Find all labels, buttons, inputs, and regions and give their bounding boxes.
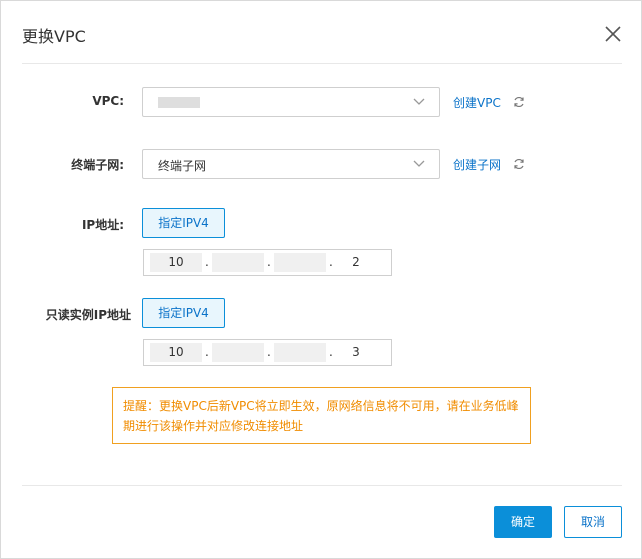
ip-octet-4[interactable]: 2: [336, 250, 376, 275]
create-subnet-link[interactable]: 创建子网: [453, 156, 501, 173]
confirm-button[interactable]: 确定: [494, 506, 552, 538]
terminal-subnet-label: 终端子网:: [71, 158, 124, 172]
ip-octet-3[interactable]: [274, 250, 326, 275]
chevron-down-icon: [413, 160, 425, 167]
ip-address-label: IP地址:: [81, 218, 124, 232]
ip-octet-2[interactable]: [212, 340, 264, 365]
warning-notice: 提醒：更换VPC后新VPC将立即生效，原网络信息将不可用，请在业务低峰期进行该操…: [112, 387, 531, 444]
terminal-subnet-select[interactable]: 终端子网: [142, 149, 440, 179]
dialog-title: 更换VPC: [22, 27, 86, 46]
refresh-icon[interactable]: [513, 96, 525, 108]
create-vpc-link[interactable]: 创建VPC: [453, 94, 501, 111]
specify-ipv4-button-readonly[interactable]: 指定IPV4: [142, 298, 225, 328]
refresh-icon[interactable]: [513, 158, 525, 170]
ip-octet-1[interactable]: 10: [150, 250, 202, 275]
ip-address-input[interactable]: 10 . . . 2: [143, 249, 392, 276]
specify-ipv4-button[interactable]: 指定IPV4: [142, 208, 225, 238]
change-vpc-dialog: 更换VPC VPC: 创建VPC 终端子网: 终端子网 创建子网 IP地址: 指…: [0, 0, 642, 559]
terminal-subnet-value: 终端子网: [158, 159, 207, 173]
readonly-ip-label: 只读实例IP地址: [45, 308, 131, 322]
ip-octet-2[interactable]: [212, 250, 264, 275]
chevron-down-icon: [413, 98, 425, 105]
vpc-value-masked: [158, 97, 200, 108]
ip-octet-4[interactable]: 3: [336, 340, 376, 365]
vpc-label: VPC:: [92, 94, 124, 108]
ip-octet-3[interactable]: [274, 340, 326, 365]
cancel-button[interactable]: 取消: [564, 506, 622, 538]
footer-divider: [22, 485, 622, 486]
readonly-ip-input[interactable]: 10 . . . 3: [143, 339, 392, 366]
vpc-select[interactable]: [142, 87, 440, 117]
header-divider: [22, 63, 622, 64]
close-icon[interactable]: [602, 23, 624, 45]
ip-octet-1[interactable]: 10: [150, 340, 202, 365]
